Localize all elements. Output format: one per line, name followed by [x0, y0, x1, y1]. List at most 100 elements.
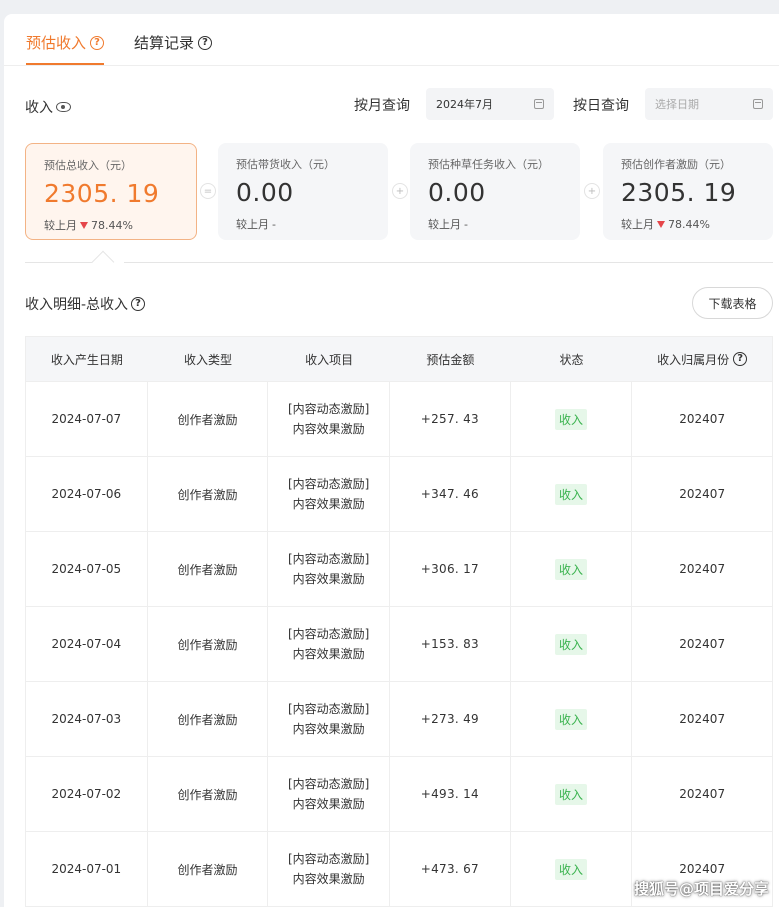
summary-cards: 预估总收入（元） 2305. 19 较上月 78.44% = 预估带货收入（元）…	[4, 143, 779, 241]
cell-project: [内容动态激励] 内容效果激励	[268, 757, 391, 831]
cell-amount: +257. 43	[390, 382, 511, 456]
question-circle-icon[interactable]: ?	[198, 35, 213, 50]
divider	[124, 262, 773, 263]
cell-type: 创作者激励	[148, 382, 269, 456]
cell-status: 收入	[511, 532, 633, 606]
project-line-2: 内容效果激励	[292, 872, 365, 886]
card-value: 2305. 19	[621, 178, 737, 207]
date-picker[interactable]: 选择日期	[645, 88, 773, 120]
compare-value: -	[272, 217, 276, 231]
date-picker-placeholder: 选择日期	[655, 98, 699, 111]
status-badge: 收入	[555, 558, 588, 580]
card-goods-income[interactable]: 预估带货收入（元） 0.00 较上月 -	[218, 143, 388, 240]
project-line-1: [内容动态激励]	[287, 702, 370, 716]
income-heading: 收入	[25, 97, 71, 117]
cell-date: 2024-07-05	[26, 532, 148, 606]
project-line-2: 内容效果激励	[292, 647, 365, 661]
compare-value: -	[464, 217, 468, 231]
table-header: 收入产生日期 收入类型 收入项目 预估金额 状态 收入归属月份 ?	[26, 337, 772, 381]
card-title: 预估总收入（元）	[44, 159, 132, 172]
cell-date: 2024-07-04	[26, 607, 148, 681]
cell-project: [内容动态激励] 内容效果激励	[268, 382, 391, 456]
cell-project: [内容动态激励] 内容效果激励	[268, 457, 391, 531]
cell-project: [内容动态激励] 内容效果激励	[268, 682, 391, 756]
detail-title: 收入明细-总收入	[25, 297, 129, 313]
question-circle-icon[interactable]: ?	[733, 352, 748, 366]
download-table-button[interactable]: 下载表格	[692, 287, 773, 319]
project-line-2: 内容效果激励	[292, 797, 365, 811]
cell-month: 202407	[679, 712, 726, 726]
detail-heading: 收入明细-总收入 ?	[25, 294, 146, 314]
arrow-down-icon	[80, 221, 88, 229]
tab-estimated-income[interactable]: 预估收入 ?	[26, 32, 105, 53]
cell-amount: +273. 49	[390, 682, 511, 756]
column-header-project: 收入项目	[305, 352, 354, 367]
tab-estimated-income-label: 预估收入	[26, 34, 87, 52]
card-value: 2305. 19	[44, 179, 160, 208]
table-row: 2024-07-05 创作者激励 [内容动态激励] 内容效果激励 +306. 17 收入 2…	[26, 531, 772, 606]
cell-month: 202407	[679, 562, 726, 576]
eye-icon[interactable]	[56, 102, 71, 112]
cell-date: 2024-07-07	[26, 382, 148, 456]
status-badge: 收入	[555, 708, 588, 730]
cell-status: 收入	[511, 457, 633, 531]
cell-type: 创作者激励	[148, 457, 269, 531]
cell-project: [内容动态激励] 内容效果激励	[268, 832, 391, 906]
cell-type: 创作者激励	[148, 832, 269, 906]
equals-icon: =	[200, 183, 216, 199]
cell-amount: +473. 67	[390, 832, 511, 906]
compare-label: 较上月	[236, 218, 269, 231]
table-row: 2024-07-02 创作者激励 [内容动态激励] 内容效果激励 +493. 14 收入 2…	[26, 756, 772, 831]
tab-bar: 预估收入 ? 结算记录 ?	[4, 14, 779, 66]
compare-value: 78.44%	[668, 217, 710, 231]
card-title: 预估种草任务收入（元）	[428, 158, 549, 171]
income-label: 收入	[25, 100, 53, 116]
plus-icon: +	[584, 183, 600, 199]
calendar-icon	[753, 99, 763, 109]
card-value: 0.00	[428, 178, 486, 207]
project-line-1: [内容动态激励]	[287, 777, 370, 791]
income-query-bar: 收入 按月查询 2024年7月 按日查询 选择日期	[4, 88, 779, 122]
arrow-down-icon	[657, 220, 665, 228]
project-line-1: [内容动态激励]	[287, 627, 370, 641]
tab-settlement-records[interactable]: 结算记录 ?	[134, 32, 213, 53]
cell-status: 收入	[511, 682, 633, 756]
question-circle-icon[interactable]: ?	[90, 35, 105, 50]
table-row: 2024-07-06 创作者激励 [内容动态激励] 内容效果激励 +347. 46 收入 2…	[26, 456, 772, 531]
cell-status: 收入	[511, 607, 633, 681]
month-picker-value: 2024年7月	[436, 98, 493, 111]
month-picker[interactable]: 2024年7月	[426, 88, 554, 120]
project-line-2: 内容效果激励	[292, 572, 365, 586]
card-seeding-task-income[interactable]: 预估种草任务收入（元） 0.00 较上月 -	[410, 143, 580, 240]
cell-month: 202407	[679, 787, 726, 801]
cell-amount: +306. 17	[390, 532, 511, 606]
status-badge: 收入	[555, 783, 588, 805]
project-line-2: 内容效果激励	[292, 422, 365, 436]
compare-label: 较上月	[428, 218, 461, 231]
watermark: 搜狐号@项目爱分享	[633, 880, 769, 898]
table-row: 2024-07-07 创作者激励 [内容动态激励] 内容效果激励 +257. 43 收入 2…	[26, 381, 772, 456]
income-detail-table: 收入产生日期 收入类型 收入项目 预估金额 状态 收入归属月份 ? 2024-0…	[25, 336, 773, 907]
question-circle-icon[interactable]: ?	[131, 297, 146, 311]
project-line-2: 内容效果激励	[292, 722, 365, 736]
column-header-type: 收入类型	[184, 352, 233, 367]
active-tab-indicator	[26, 63, 104, 65]
column-header-month-label: 收入归属月份	[657, 352, 730, 367]
card-creator-incentive[interactable]: 预估创作者激励（元） 2305. 19 较上月 78.44%	[603, 143, 773, 240]
cell-status: 收入	[511, 832, 633, 906]
cell-type: 创作者激励	[148, 607, 269, 681]
card-compare: 较上月 78.44%	[44, 217, 178, 233]
plus-icon: +	[392, 183, 408, 199]
project-line-2: 内容效果激励	[292, 497, 365, 511]
card-total-income[interactable]: 预估总收入（元） 2305. 19 较上月 78.44%	[25, 143, 197, 240]
cell-status: 收入	[511, 382, 633, 456]
cell-month: 202407	[679, 412, 726, 426]
status-badge: 收入	[555, 633, 588, 655]
cell-status: 收入	[511, 757, 633, 831]
status-badge: 收入	[555, 858, 588, 880]
cell-project: [内容动态激励] 内容效果激励	[268, 607, 391, 681]
compare-label: 较上月	[44, 219, 77, 232]
card-value: 0.00	[236, 178, 294, 207]
card-pointer	[91, 250, 115, 274]
status-badge: 收入	[555, 483, 588, 505]
